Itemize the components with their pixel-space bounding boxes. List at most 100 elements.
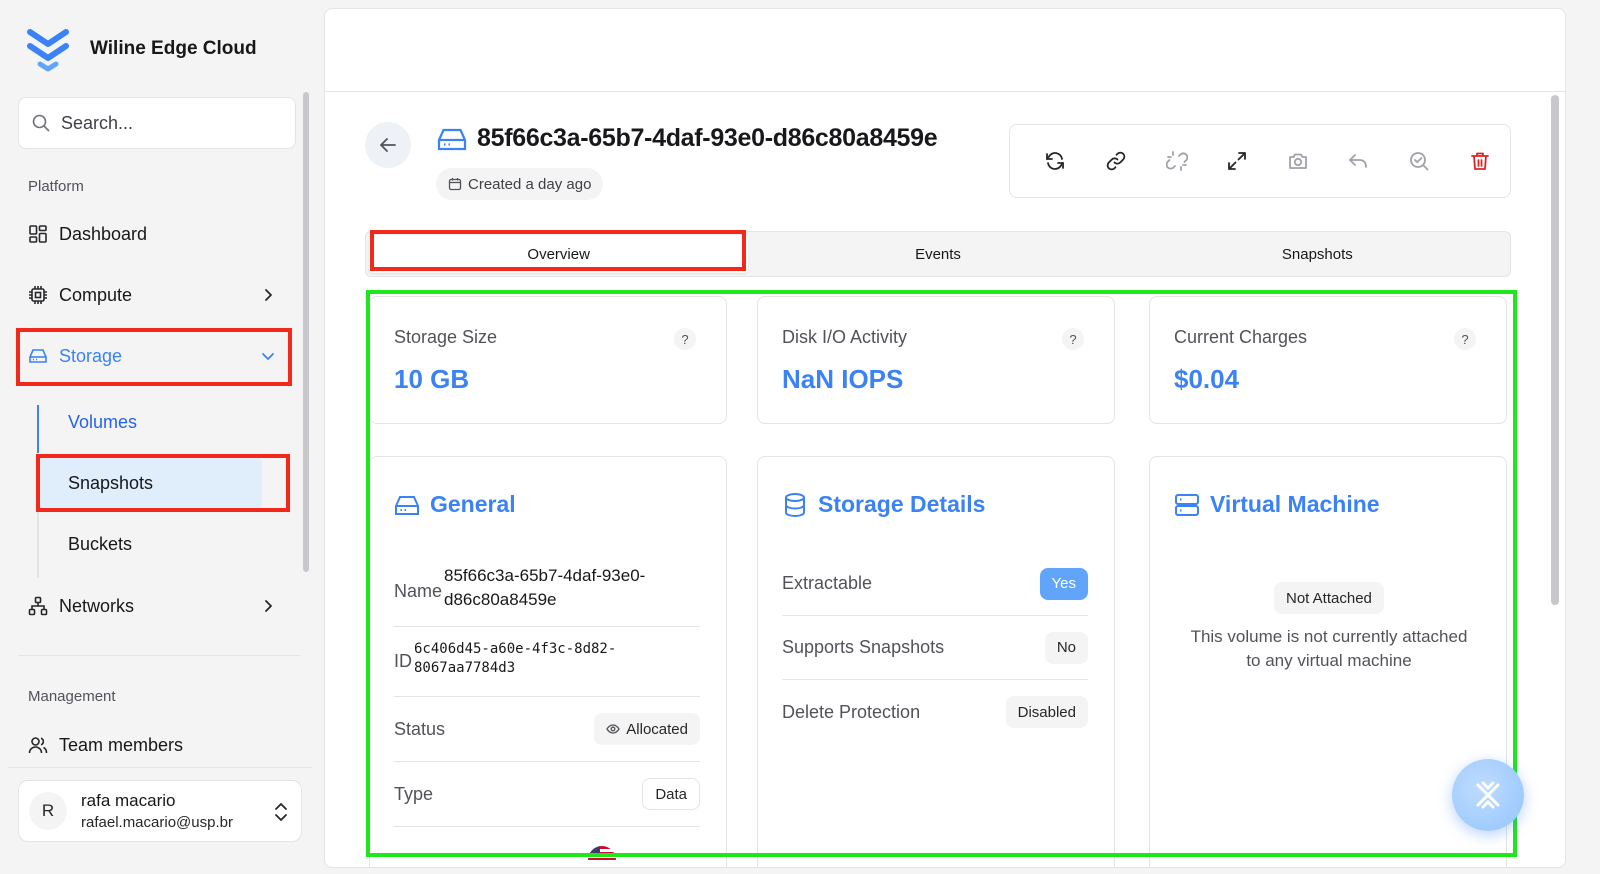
detail-row-extractable: Extractable Yes bbox=[782, 552, 1088, 616]
attach-button[interactable] bbox=[1086, 141, 1147, 181]
sidebar-item-team-members[interactable]: Team members bbox=[20, 720, 290, 770]
sidebar-item-label: Dashboard bbox=[59, 223, 148, 244]
refresh-button[interactable] bbox=[1025, 141, 1086, 181]
detail-label: Type bbox=[394, 783, 434, 804]
stat-label: Current Charges bbox=[1174, 327, 1308, 347]
tab-overview[interactable]: Overview bbox=[369, 235, 749, 273]
message-line: to any virtual machine bbox=[1246, 651, 1412, 670]
main-panel: 85f66c3a-65b7-4daf-93e0-d86c80a8459e Cre… bbox=[324, 8, 1566, 868]
sidebar-item-label: Storage bbox=[59, 345, 123, 366]
main-scrollbar[interactable] bbox=[1551, 95, 1559, 605]
refresh-icon bbox=[1046, 152, 1065, 170]
network-icon bbox=[28, 596, 48, 616]
extractable-badge: Yes bbox=[1039, 567, 1088, 600]
search-box[interactable] bbox=[18, 97, 296, 149]
resize-button[interactable] bbox=[1207, 141, 1268, 181]
tab-list: Overview Events Snapshots bbox=[365, 231, 1511, 277]
section-label-platform: Platform bbox=[28, 178, 84, 195]
title-row: 85f66c3a-65b7-4daf-93e0-d86c80a8459e bbox=[437, 124, 938, 153]
hard-drive-icon bbox=[437, 128, 467, 150]
database-icon bbox=[785, 492, 805, 517]
delete-protection-badge: Disabled bbox=[1005, 696, 1088, 728]
card-title: General bbox=[430, 491, 516, 517]
assistant-fab[interactable] bbox=[1452, 759, 1524, 831]
snapshot-camera-icon bbox=[1288, 153, 1307, 169]
help-icon[interactable]: ? bbox=[1454, 328, 1476, 350]
hard-drive-icon bbox=[395, 495, 419, 515]
name-line: d86c80a8459e bbox=[444, 589, 557, 609]
detail-label: Name bbox=[394, 581, 443, 601]
user-menu[interactable]: R rafa macario rafael.macario@usp.br bbox=[18, 780, 302, 842]
stat-value: $0.04 bbox=[1174, 364, 1240, 394]
created-text: Created a day ago bbox=[468, 175, 592, 193]
top-bar bbox=[325, 9, 1565, 92]
arrow-left-icon bbox=[380, 138, 396, 152]
detail-label: Extractable bbox=[782, 573, 873, 593]
detail-row-status: Status Allocated bbox=[394, 697, 700, 762]
chevron-right-icon bbox=[265, 600, 272, 612]
sidebar-subitem-volumes[interactable]: Volumes bbox=[40, 397, 262, 447]
page-title: 85f66c3a-65b7-4daf-93e0-d86c80a8459e bbox=[477, 124, 938, 152]
card-title: Virtual Machine bbox=[1210, 491, 1380, 517]
sidebar: Wiline Edge Cloud Platform Dashboard Com… bbox=[0, 0, 318, 874]
chevron-right-icon bbox=[265, 289, 272, 301]
sidebar-item-compute[interactable]: Compute bbox=[20, 270, 290, 320]
detail-row-delete-protection: Delete Protection Disabled bbox=[782, 680, 1088, 744]
storage-details-card: Storage Details Extractable Yes Supports… bbox=[757, 456, 1115, 867]
eye-icon bbox=[606, 724, 621, 734]
sidebar-item-dashboard[interactable]: Dashboard bbox=[20, 209, 290, 259]
brand-name: Wiline Edge Cloud bbox=[90, 38, 257, 59]
detail-label: Supports Snapshots bbox=[782, 637, 945, 657]
action-toolbar bbox=[1009, 124, 1511, 198]
revert-button[interactable] bbox=[1328, 141, 1389, 181]
attach-link-icon bbox=[1106, 151, 1126, 171]
sidebar-item-label: Team members bbox=[59, 734, 184, 755]
sidebar-item-networks[interactable]: Networks bbox=[20, 581, 290, 631]
tab-events[interactable]: Events bbox=[748, 235, 1127, 273]
detail-row-supports-snapshots: Supports Snapshots No bbox=[782, 616, 1088, 680]
server-icon bbox=[1175, 493, 1199, 516]
calendar-icon bbox=[448, 178, 462, 191]
stat-label: Storage Size bbox=[394, 327, 498, 347]
detail-row-type: Type Data bbox=[394, 762, 700, 827]
brand[interactable]: Wiline Edge Cloud bbox=[26, 26, 257, 72]
detail-row-name: Name 85f66c3a-65b7-4daf-93e0- d86c80a845… bbox=[394, 557, 700, 627]
sidebar-scrollbar[interactable] bbox=[303, 92, 309, 572]
snapshot-button[interactable] bbox=[1268, 141, 1329, 181]
help-icon[interactable]: ? bbox=[1062, 328, 1084, 350]
name-line: 85f66c3a-65b7-4daf-93e0- bbox=[444, 565, 646, 585]
help-icon[interactable]: ? bbox=[674, 328, 696, 350]
revert-icon bbox=[1349, 154, 1368, 168]
dashboard-icon bbox=[29, 225, 47, 243]
user-name: rafa macario bbox=[81, 791, 176, 810]
supports-snapshots-badge: No bbox=[1044, 631, 1088, 664]
tab-snapshots[interactable]: Snapshots bbox=[1128, 235, 1507, 273]
message-line: This volume is not currently attached bbox=[1190, 627, 1468, 646]
type-badge: Data bbox=[642, 778, 700, 810]
stat-card-storage-size: Storage Size 10 GB ? bbox=[369, 296, 727, 424]
stat-value: 10 GB bbox=[394, 364, 470, 394]
inspect-button[interactable] bbox=[1389, 141, 1450, 181]
search-input[interactable] bbox=[61, 112, 281, 134]
detach-button[interactable] bbox=[1146, 141, 1207, 181]
card-title: Storage Details bbox=[818, 491, 986, 517]
detail-value-id: 6c406d45-a60e-4f3c-8d82- 8067aa7784d3 bbox=[414, 640, 616, 678]
us-flag-icon bbox=[588, 846, 616, 860]
resize-icon bbox=[1228, 152, 1247, 170]
back-button[interactable] bbox=[365, 122, 411, 168]
sidebar-subitem-snapshots[interactable]: Snapshots bbox=[40, 458, 262, 508]
sidebar-item-storage[interactable]: Storage bbox=[20, 331, 290, 381]
sidebar-item-label: Networks bbox=[59, 595, 135, 616]
users-icon bbox=[28, 737, 48, 754]
submenu-rail bbox=[37, 405, 39, 578]
stat-value: NaN IOPS bbox=[782, 364, 904, 394]
delete-button[interactable] bbox=[1449, 141, 1510, 181]
user-email: rafael.macario@usp.br bbox=[81, 814, 233, 831]
search-icon bbox=[32, 114, 50, 132]
stat-card-disk-io: Disk I/O Activity NaN IOPS ? bbox=[757, 296, 1115, 424]
created-badge: Created a day ago bbox=[436, 168, 604, 200]
chevron-up-down-icon bbox=[275, 803, 287, 821]
sidebar-subitem-buckets[interactable]: Buckets bbox=[40, 519, 262, 569]
status-value: Allocated bbox=[626, 720, 688, 738]
submenu-rail-active bbox=[37, 405, 39, 453]
